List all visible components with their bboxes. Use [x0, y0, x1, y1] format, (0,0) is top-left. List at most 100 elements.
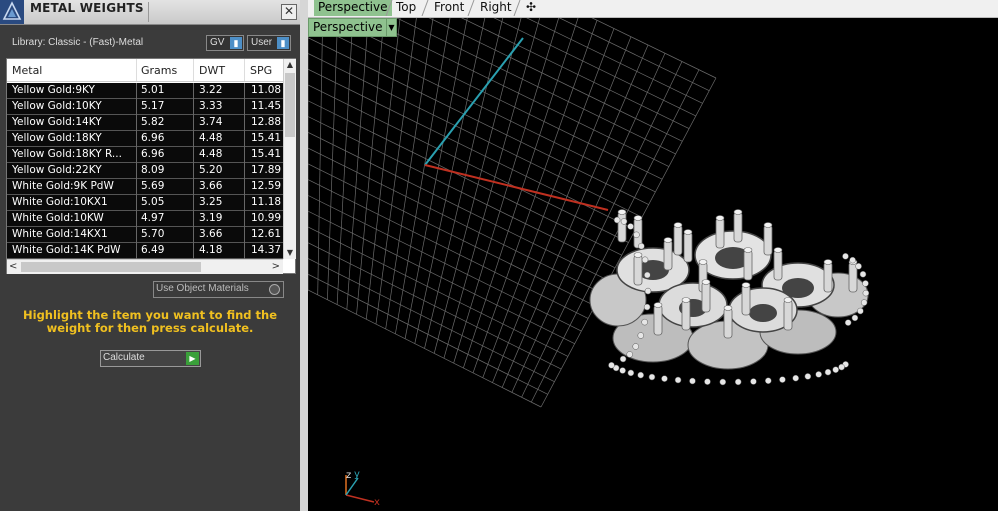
vertical-scrollbar[interactable]: ▲ ▼: [283, 59, 296, 259]
cell-grams: 6.49: [141, 244, 165, 256]
header-grams[interactable]: Grams: [141, 64, 177, 77]
header-dwt[interactable]: DWT: [199, 64, 225, 77]
cell-dwt: 4.48: [199, 132, 223, 144]
table-row[interactable]: White Gold:10KW 4.97 3.19 10.99: [7, 211, 283, 227]
add-tab-icon[interactable]: ✣: [526, 0, 536, 16]
cell-spg: 12.88: [251, 116, 282, 128]
calculate-button[interactable]: Calculate ▶: [100, 350, 201, 367]
table-row[interactable]: Yellow Gold:14KY 5.82 3.74 12.88: [7, 115, 283, 131]
scroll-up-icon[interactable]: ▲: [284, 59, 296, 71]
tab-perspective[interactable]: Perspective: [314, 0, 392, 16]
cell-spg: 12.59: [251, 180, 282, 192]
table-row[interactable]: White Gold:10KX1 5.05 3.25 11.18: [7, 195, 283, 211]
cell-spg: 15.41: [251, 148, 282, 160]
scroll-left-icon[interactable]: <: [9, 261, 17, 272]
column-divider: [136, 195, 137, 211]
panel-splitter[interactable]: [300, 0, 308, 511]
horizontal-scrollbar[interactable]: < >: [7, 259, 283, 274]
scroll-down-icon[interactable]: ▼: [284, 247, 296, 259]
column-divider: [136, 83, 137, 99]
cell-dwt: 3.66: [199, 228, 223, 240]
close-button[interactable]: ✕: [281, 4, 297, 20]
use-object-materials-option[interactable]: Use Object Materials: [153, 281, 284, 298]
cell-spg: 15.41: [251, 132, 282, 144]
cell-metal: White Gold:14KX1: [12, 228, 108, 240]
cell-metal: Yellow Gold:18KY R...: [12, 148, 122, 160]
horizontal-scroll-thumb[interactable]: [21, 262, 201, 272]
cell-dwt: 3.25: [199, 196, 223, 208]
header-metal[interactable]: Metal: [12, 64, 42, 77]
header-spg[interactable]: SPG: [250, 64, 272, 77]
gv-indicator-icon: ▮: [230, 37, 242, 49]
cell-spg: 11.08: [251, 84, 282, 96]
column-divider: [244, 83, 245, 99]
radio-icon[interactable]: [269, 284, 280, 295]
vertical-scroll-thumb[interactable]: [285, 73, 295, 137]
table-row[interactable]: Yellow Gold:9KY 5.01 3.22 11.08: [7, 83, 283, 99]
column-divider: [244, 163, 245, 179]
viewport-scene[interactable]: z y x: [308, 0, 998, 511]
play-arrow-icon[interactable]: ▶: [186, 352, 199, 365]
column-divider: [193, 243, 194, 259]
table-row[interactable]: White Gold:14KX1 5.70 3.66 12.61: [7, 227, 283, 243]
column-divider: [136, 115, 137, 131]
3d-viewport[interactable]: z y x Perspective Top Front Right ✣ Pers…: [308, 0, 998, 511]
column-divider: [136, 163, 137, 179]
column-divider: [193, 195, 194, 211]
column-divider: [193, 227, 194, 243]
column-divider: [193, 179, 194, 195]
axis-y-label: y: [354, 469, 360, 480]
table-header: Metal Grams DWT SPG: [7, 59, 283, 82]
gv-label: GV: [210, 37, 225, 48]
header-divider: [136, 59, 137, 81]
viewport-dropdown-icon[interactable]: ▼: [386, 18, 397, 37]
cell-dwt: 3.74: [199, 116, 223, 128]
user-toggle[interactable]: User ▮: [247, 35, 291, 51]
scroll-right-icon[interactable]: >: [272, 261, 280, 272]
column-divider: [193, 163, 194, 179]
cell-grams: 8.09: [141, 164, 165, 176]
table-row[interactable]: Yellow Gold:22KY 8.09 5.20 17.89: [7, 163, 283, 179]
tab-top[interactable]: Top: [396, 0, 416, 16]
cell-metal: Yellow Gold:22KY: [12, 164, 102, 176]
column-divider: [193, 131, 194, 147]
title-divider: [148, 2, 149, 22]
gv-toggle[interactable]: GV ▮: [206, 35, 244, 51]
cell-grams: 6.96: [141, 148, 165, 160]
cell-grams: 5.01: [141, 84, 165, 96]
cell-grams: 5.17: [141, 100, 165, 112]
table-row[interactable]: Yellow Gold:10KY 5.17 3.33 11.45: [7, 99, 283, 115]
viewport-label[interactable]: Perspective: [308, 18, 388, 37]
viewport-tabs: Perspective Top Front Right ✣: [308, 0, 998, 18]
table-row[interactable]: White Gold:14K PdW 6.49 4.18 14.37: [7, 243, 283, 259]
column-divider: [244, 179, 245, 195]
axis-indicator-icon: z y x: [345, 469, 380, 508]
y-axis-line: [424, 37, 524, 166]
tab-separator: [467, 0, 475, 16]
column-divider: [136, 147, 137, 163]
cell-metal: Yellow Gold:18KY: [12, 132, 102, 144]
table-row[interactable]: White Gold:9K PdW 5.69 3.66 12.59: [7, 179, 283, 195]
cell-grams: 5.69: [141, 180, 165, 192]
cell-dwt: 4.48: [199, 148, 223, 160]
cell-spg: 11.45: [251, 100, 282, 112]
column-divider: [193, 147, 194, 163]
metal-weights-panel: METAL WEIGHTS ✕ Library: Classic - (Fast…: [0, 0, 300, 511]
tab-separator: [385, 0, 393, 16]
tab-right[interactable]: Right: [480, 0, 512, 16]
cell-dwt: 3.22: [199, 84, 223, 96]
cell-grams: 5.82: [141, 116, 165, 128]
header-divider: [244, 59, 245, 81]
column-divider: [244, 211, 245, 227]
column-divider: [193, 115, 194, 131]
column-divider: [244, 131, 245, 147]
table-row[interactable]: Yellow Gold:18KY R... 6.96 4.48 15.41: [7, 147, 283, 163]
column-divider: [244, 147, 245, 163]
column-divider: [136, 131, 137, 147]
table-row[interactable]: Yellow Gold:18KY 6.96 4.48 15.41: [7, 131, 283, 147]
cell-metal: Yellow Gold:14KY: [12, 116, 102, 128]
column-divider: [136, 99, 137, 115]
tab-front[interactable]: Front: [434, 0, 464, 16]
app-logo-icon: [0, 0, 24, 24]
cell-spg: 10.99: [251, 212, 282, 224]
